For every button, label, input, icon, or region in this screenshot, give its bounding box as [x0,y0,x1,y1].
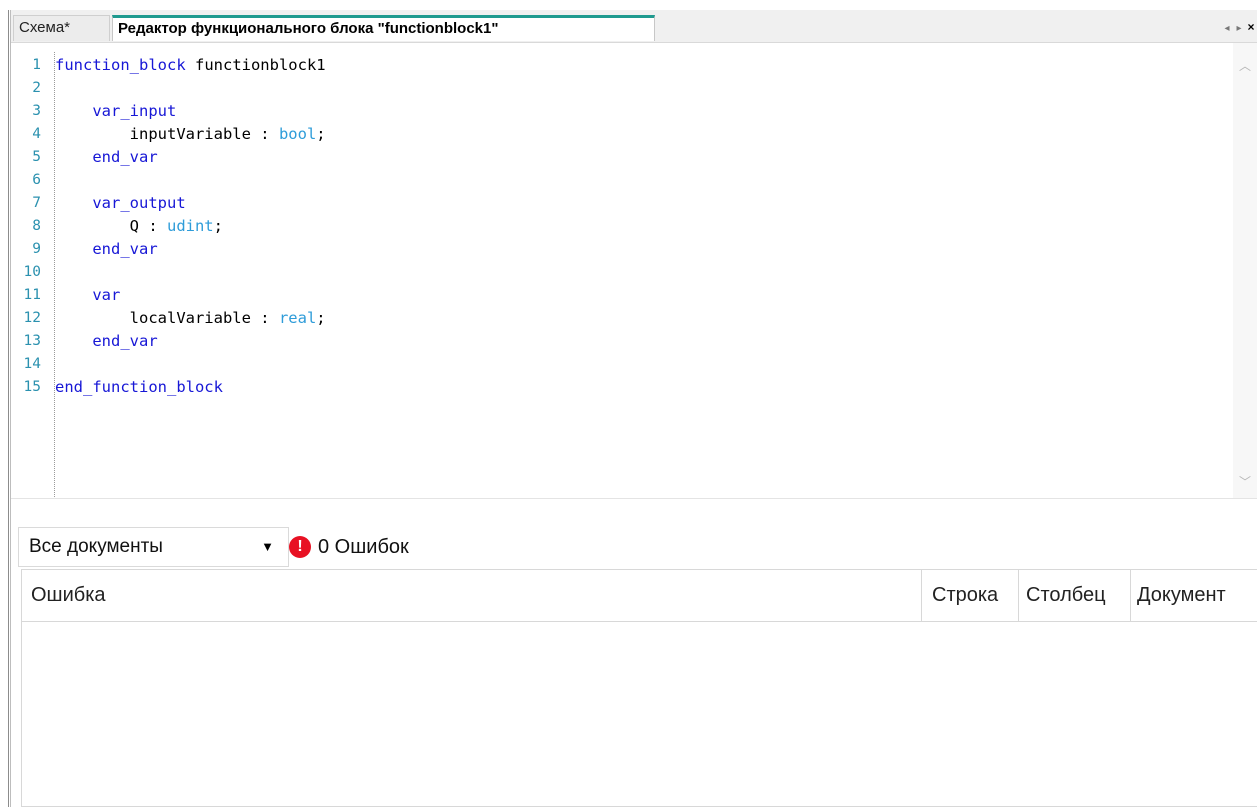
code-line[interactable]: end_var [55,238,158,261]
code-line[interactable]: Q : udint; [55,215,223,238]
code-identifier: Q : [129,217,167,235]
panel-splitter[interactable] [11,498,1257,510]
tab-function-block-editor-label: Редактор функционального блока "function… [118,20,499,37]
code-identifier: inputVariable : [129,125,279,143]
code-line[interactable]: localVariable : real; [55,307,326,330]
code-type: bool [278,125,317,143]
code-line[interactable]: inputVariable : bool; [55,123,326,146]
column-header-document[interactable]: Документ [1130,570,1257,621]
line-number: 4 [32,126,41,142]
code-line[interactable]: end_var [55,146,158,169]
code-keyword: end_function_block [55,378,223,396]
code-editor[interactable]: 1 2 3 4 5 6 7 8 9 10 11 12 13 14 15 function_block func… [11,43,1257,498]
line-number: 6 [32,172,41,188]
code-punctuation: ; [213,217,223,235]
code-line[interactable]: function_block functionblock1 [55,54,326,77]
code-type: udint [166,217,214,235]
error-count-label: 0 Ошибок [318,536,409,558]
tab-scroll-left-icon[interactable]: ◂ [1221,17,1233,41]
scroll-down-icon[interactable]: ﹀ [1237,473,1253,490]
close-tab-icon[interactable]: × [1245,15,1257,39]
tab-schema[interactable]: Схема* [13,15,110,41]
line-number: 8 [32,218,41,234]
code-line[interactable]: var_output [55,192,186,215]
column-header-row[interactable]: Строка [921,570,1018,621]
code-line[interactable]: var_input [55,100,176,123]
line-number: 13 [23,333,41,349]
code-identifier: localVariable : [129,309,279,327]
document-filter-dropdown[interactable]: Все документы ▼ [18,527,289,567]
line-number: 9 [32,241,41,257]
column-header-error[interactable]: Ошибка [22,570,921,621]
code-keyword: var_output [92,194,186,212]
code-punctuation: ; [316,309,326,327]
error-list-table: Ошибка Строка Столбец Документ [21,569,1257,807]
code-line[interactable]: end_function_block [55,376,223,399]
code-keyword: end_var [92,240,158,258]
line-number: 11 [23,287,41,303]
code-keyword: var [92,286,121,304]
line-number: 12 [23,310,41,326]
error-table-header: Ошибка Строка Столбец Документ [22,570,1257,622]
error-circle-icon: ! [289,536,311,558]
scroll-up-icon[interactable]: ︿ [1237,57,1253,74]
code-keyword: var_input [92,102,177,120]
line-number: 10 [23,264,41,280]
line-number: 15 [23,379,41,395]
tab-navigation: ◂ ▸ × [1221,15,1257,39]
tab-scroll-right-icon[interactable]: ▸ [1233,17,1245,41]
code-keyword: end_var [92,332,158,350]
line-number: 1 [32,57,41,73]
line-number: 14 [23,356,41,372]
error-panel-toolbar: Все документы ▼ ! 0 Ошибок [11,512,1257,568]
code-line[interactable]: end_var [55,330,158,353]
document-tab-strip: Схема* Редактор функционального блока "f… [11,10,1257,43]
code-keyword: end_var [92,148,158,166]
line-number: 5 [32,149,41,165]
code-line[interactable]: var [55,284,120,307]
line-number: 3 [32,103,41,119]
line-number: 7 [32,195,41,211]
document-filter-value: Все документы [29,536,163,557]
editor-vertical-scrollbar[interactable]: ︿ ﹀ [1233,43,1257,498]
column-header-column[interactable]: Столбец [1018,570,1130,621]
code-identifier: functionblock1 [185,56,326,74]
code-keyword: function_block [55,56,186,74]
line-number: 2 [32,80,41,96]
code-type: real [278,309,317,327]
code-punctuation: ; [316,125,326,143]
chevron-down-icon: ▼ [261,539,274,554]
tab-function-block-editor[interactable]: Редактор функционального блока "function… [112,15,655,41]
tab-schema-label: Схема* [19,19,70,36]
